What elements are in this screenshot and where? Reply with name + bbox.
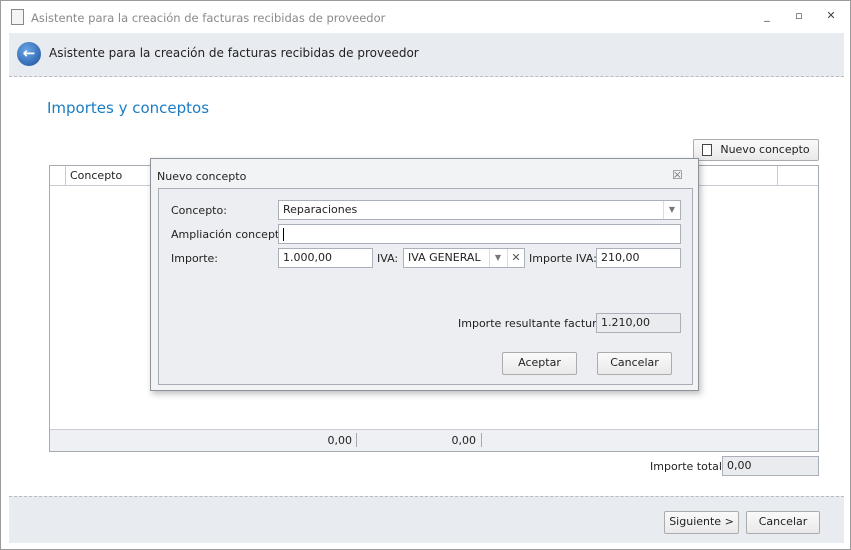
- wizard-footer: Siguiente > Cancelar: [9, 496, 844, 543]
- column-header-concepto[interactable]: Concepto: [70, 169, 122, 182]
- importe-iva-input[interactable]: 210,00: [596, 248, 681, 268]
- resultante-field: 1.210,00: [596, 313, 681, 333]
- concepto-value: Reparaciones: [283, 203, 358, 216]
- total-label: Importe total:: [650, 460, 726, 473]
- new-concept-label: Nuevo concepto: [720, 143, 810, 156]
- importe-iva-label: Importe IVA:: [529, 252, 597, 265]
- cancel-button[interactable]: Cancelar: [746, 511, 820, 534]
- chevron-down-icon[interactable]: ▼: [663, 201, 680, 219]
- concepto-label: Concepto:: [171, 204, 227, 217]
- importe-label: Importe:: [171, 252, 218, 265]
- dialog-cancel-button[interactable]: Cancelar: [597, 352, 672, 375]
- importe-input[interactable]: 1.000,00: [278, 248, 373, 268]
- header-title: Asistente para la creación de facturas r…: [49, 46, 419, 60]
- close-button[interactable]: ✕: [823, 9, 839, 23]
- section-title: Importes y conceptos: [47, 99, 210, 117]
- new-concept-button[interactable]: Nuevo concepto: [693, 139, 819, 161]
- next-button[interactable]: Siguiente >: [664, 511, 739, 534]
- iva-label: IVA:: [377, 252, 399, 265]
- accept-button[interactable]: Aceptar: [502, 352, 577, 375]
- total-iva: 0,00: [451, 434, 477, 447]
- wizard-header: ← Asistente para la creación de facturas…: [9, 33, 844, 77]
- restore-button[interactable]: ▫: [791, 9, 807, 23]
- document-icon: [11, 9, 24, 25]
- concepto-select[interactable]: Reparaciones ▼: [278, 200, 681, 220]
- window-title: Asistente para la creación de facturas r…: [31, 11, 386, 25]
- iva-value: IVA GENERAL: [408, 251, 481, 264]
- minimize-button[interactable]: _: [759, 9, 775, 23]
- ampliacion-input[interactable]: [278, 224, 681, 244]
- new-document-icon: [702, 144, 712, 156]
- dialog-title: Nuevo concepto: [157, 170, 247, 183]
- chevron-down-icon[interactable]: ▼: [489, 249, 506, 267]
- resultante-label: Importe resultante factura:: [458, 317, 608, 330]
- dialog-close-icon[interactable]: ☒: [672, 168, 683, 182]
- total-importe: 0,00: [327, 434, 353, 447]
- iva-select[interactable]: IVA GENERAL ▼ ✕: [403, 248, 525, 268]
- ampliacion-label: Ampliación concepto:: [171, 228, 290, 241]
- back-arrow-icon[interactable]: ←: [17, 42, 41, 66]
- grid-totals-row: 0,00 0,00: [50, 429, 818, 451]
- dialog-body: Concepto: Reparaciones ▼ Ampliación conc…: [158, 188, 693, 385]
- clear-icon[interactable]: ✕: [507, 249, 524, 267]
- total-field: 0,00: [722, 456, 819, 476]
- new-concept-dialog: Nuevo concepto ☒ Concepto: Reparaciones …: [150, 158, 699, 391]
